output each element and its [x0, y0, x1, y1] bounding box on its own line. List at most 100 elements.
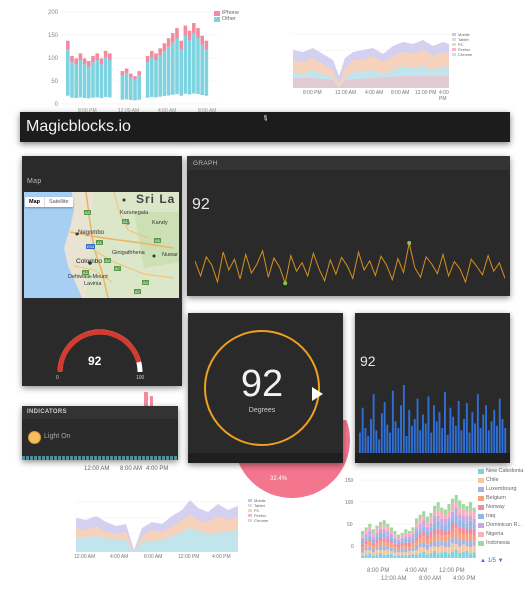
legend-entry[interactable]: Iraq: [478, 513, 530, 519]
pager-text: 1/5: [487, 558, 496, 564]
pager-next-icon[interactable]: ▼: [498, 558, 504, 564]
map-view[interactable]: Map Satellite Sri La Kurunegala Kandy Ne…: [24, 192, 179, 298]
map-label-place: Kurunegala: [120, 210, 149, 216]
bg-bar-segment: [407, 549, 411, 552]
map-type-map-button[interactable]: Map: [25, 197, 44, 207]
bg-bar: [78, 60, 83, 98]
bg-bar: [158, 55, 162, 97]
legend-label: Chrome: [458, 52, 473, 57]
bg-bar-segment: [411, 547, 415, 552]
edit-pencil-icon[interactable]: ✎: [260, 113, 271, 124]
bg-bar-segment: [461, 522, 465, 527]
legend-entry[interactable]: Belgium: [478, 495, 530, 501]
bg-bar-segment: [404, 538, 408, 543]
legend-entry[interactable]: Dominican R...: [478, 522, 530, 528]
bg-bar-segment: [465, 505, 469, 512]
bg-bar: [129, 77, 133, 101]
bg-bar-segment: [418, 532, 422, 539]
bar: [422, 414, 424, 453]
bar: [367, 436, 370, 453]
x-tick: 4:00 AM: [365, 90, 384, 96]
bg-bar-segment: [447, 547, 451, 554]
bg-bar-segment: [389, 551, 393, 554]
bg-bar-segment: [461, 508, 465, 516]
bg-legend-top-left: iPhone Other: [214, 10, 239, 22]
bars-value: 92: [360, 353, 376, 369]
bg-bar-segment: [454, 528, 458, 537]
graph-title: GRAPH: [193, 160, 218, 167]
bg-bar: [66, 40, 70, 49]
legend-entry[interactable]: Norway: [478, 504, 530, 510]
y-tick: 200: [48, 10, 59, 16]
bg-bar-segment: [451, 531, 455, 539]
bg-bar-segment: [382, 532, 386, 538]
bg-bar-segment: [447, 535, 451, 540]
bg-bar-segment: [415, 528, 419, 532]
dial-panel: 92 Degrees: [188, 313, 343, 463]
bg-bar-fragment: [150, 396, 153, 406]
legend-entry[interactable]: Indonesia: [478, 540, 530, 546]
y-tick: 100: [48, 56, 59, 62]
bg-bar: [200, 44, 204, 96]
legend-entry[interactable]: Luxembourg: [478, 486, 530, 492]
bar: [361, 407, 364, 453]
legend-pager[interactable]: ▲ 1/5 ▼: [480, 558, 504, 564]
map-type-satellite-button[interactable]: Satellite: [44, 197, 73, 207]
bg-bar-segment: [422, 547, 426, 552]
bg-bar-segment: [379, 550, 383, 554]
dial-next-arrow-icon[interactable]: [312, 387, 323, 401]
bg-bar-segment: [386, 542, 390, 547]
map-label-place: Kandy: [152, 220, 168, 226]
bg-bar-segment: [389, 547, 393, 552]
bg-bar: [204, 40, 209, 49]
bg-bar-segment: [368, 523, 372, 528]
road-marker: A7: [114, 266, 121, 271]
bg-bar-segment: [469, 534, 473, 540]
bg-bar-segment: [440, 507, 444, 512]
bg-bar-segment: [407, 551, 411, 555]
bg-bar-segment: [415, 541, 419, 545]
pager-prev-icon[interactable]: ▲: [480, 558, 486, 564]
bg-bar-segment: [371, 529, 375, 534]
legend-label: Iraq: [486, 513, 496, 519]
x-tick: 8:00 AM: [419, 576, 442, 582]
bg-bar-segment: [361, 546, 365, 549]
bg-bar: [183, 35, 188, 94]
bg-bar-segment: [411, 537, 415, 541]
bg-bar-segment: [400, 532, 404, 536]
bg-bar-segment: [371, 533, 375, 537]
bg-bar-segment: [472, 535, 476, 542]
x-tick: 4:00 PM: [453, 576, 476, 582]
bg-bar-segment: [433, 511, 437, 517]
bg-bar-segment: [440, 518, 444, 525]
bg-bar-segment: [379, 553, 383, 558]
legend-swatch: [214, 10, 220, 16]
bg-bar-segment: [361, 537, 365, 540]
map-svg[interactable]: [24, 192, 179, 298]
road-marker: A6: [154, 238, 161, 243]
legend-entry[interactable]: New Caledonia: [478, 468, 530, 474]
bg-bar-segment: [361, 555, 365, 558]
bg-bar-segment: [451, 538, 455, 544]
bg-bar-segment: [443, 547, 447, 552]
bg-bar-segment: [386, 526, 390, 532]
bg-bar-segment: [429, 546, 433, 553]
legend-swatch: [478, 513, 484, 519]
bg-area-chart-svg: [76, 500, 240, 552]
bg-bar-segment: [379, 534, 383, 538]
bar: [485, 405, 487, 453]
legend-swatch: [214, 16, 220, 22]
bg-bar-segment: [382, 554, 386, 558]
bg-bar-segment: [447, 511, 451, 518]
bg-bar-segment: [415, 550, 419, 555]
x-tick: 8:00 PM: [367, 568, 390, 574]
bg-bar-segment: [361, 540, 365, 544]
map-label-place: Ginigathhena: [112, 250, 145, 256]
bg-bar-segment: [440, 541, 444, 546]
bg-bar-segment: [454, 549, 458, 558]
bar: [465, 403, 468, 453]
legend-entry[interactable]: Nigeria: [478, 531, 530, 537]
bg-bar-segment: [472, 552, 476, 558]
bg-bar-segment: [472, 528, 476, 536]
legend-entry[interactable]: Chile: [478, 477, 530, 483]
